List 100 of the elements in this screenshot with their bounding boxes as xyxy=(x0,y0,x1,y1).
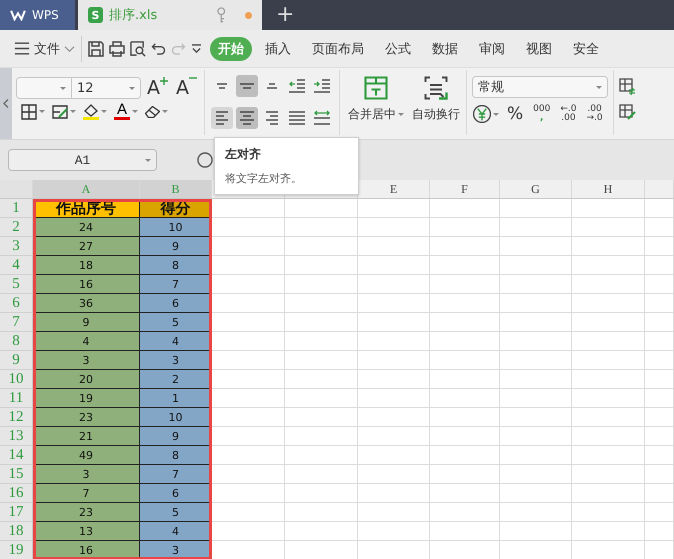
merge-cells-icon xyxy=(364,76,388,100)
grid-cell xyxy=(358,351,430,370)
grid-cell xyxy=(358,199,430,218)
column-header[interactable]: G xyxy=(500,180,572,199)
align-center-button[interactable] xyxy=(236,106,258,128)
percent-button[interactable]: % xyxy=(504,104,526,124)
grid-cell xyxy=(430,370,500,389)
grid-cell xyxy=(500,484,572,503)
caret-icon xyxy=(39,110,45,113)
grid-cell xyxy=(645,522,674,541)
grid-cell xyxy=(500,275,572,294)
table-cell: 5 xyxy=(140,313,212,332)
align-left-button[interactable] xyxy=(211,106,233,128)
grid-cell xyxy=(358,503,430,522)
grid-cell xyxy=(645,237,674,256)
grid-cell xyxy=(645,294,674,313)
table-cell: 23 xyxy=(33,503,140,522)
grid-cell xyxy=(430,351,500,370)
grid-cell xyxy=(645,351,674,370)
table-cell: 10 xyxy=(140,408,212,427)
name-box[interactable]: A1 xyxy=(8,149,157,171)
table-cell: 9 xyxy=(33,313,140,332)
ribbon-tab[interactable]: 插入 xyxy=(257,36,299,60)
tooltip-title: 左对齐 xyxy=(225,146,262,163)
table-cell: 7 xyxy=(140,275,212,294)
table-cell: 27 xyxy=(33,237,140,256)
new-tab-button[interactable]: + xyxy=(262,0,308,30)
dropdown-icon xyxy=(191,44,202,53)
table-cell: 49 xyxy=(33,446,140,465)
decrease-decimal-button[interactable]: .00 →.0 xyxy=(583,105,606,123)
table-cell: 3 xyxy=(33,465,140,484)
align-icon xyxy=(313,79,331,93)
table-cell: 16 xyxy=(33,275,140,294)
thousands-button[interactable]: 000 , xyxy=(530,105,554,123)
merge-center-button[interactable]: 合并居中 xyxy=(340,68,408,139)
file-menu[interactable]: 文件 xyxy=(12,36,82,62)
currency-button[interactable] xyxy=(472,105,500,123)
number-format-field[interactable]: 常规 xyxy=(472,76,608,98)
paint-bucket-icon xyxy=(84,104,98,116)
grid-cell xyxy=(645,256,674,275)
shrink-font-button[interactable]: A xyxy=(174,77,199,99)
column-header[interactable]: F xyxy=(430,180,500,199)
eraser-button[interactable] xyxy=(144,106,169,118)
w-logo-icon xyxy=(10,9,26,21)
fill-color-button[interactable] xyxy=(82,104,108,120)
app-tab[interactable]: WPS xyxy=(0,0,75,30)
grid-cell xyxy=(500,522,572,541)
grid-cell xyxy=(358,522,430,541)
table-edit-icon xyxy=(619,104,636,120)
caret-icon xyxy=(60,86,66,90)
grid-cell xyxy=(645,199,674,218)
grid-cell xyxy=(645,465,674,484)
file-icon: S xyxy=(88,7,103,23)
grid-cell xyxy=(430,313,500,332)
grid-cell xyxy=(358,218,430,237)
grow-font-button[interactable]: A xyxy=(145,77,170,99)
align-middle-button[interactable] xyxy=(236,75,258,97)
grid-cell xyxy=(358,313,430,332)
key-icon xyxy=(217,7,225,23)
ribbon-tab[interactable]: 公式 xyxy=(377,36,419,60)
wrap-text-icon xyxy=(424,76,448,100)
align-icon xyxy=(266,83,278,89)
caret-icon xyxy=(596,86,602,88)
column-header[interactable]: E xyxy=(358,180,430,199)
grid-cell xyxy=(645,427,674,446)
grid-cell xyxy=(358,370,430,389)
wrap-text-button[interactable]: 自动换行 xyxy=(408,68,466,139)
grid-cell xyxy=(500,199,572,218)
increase-decimal-button[interactable]: ←.0 .00 xyxy=(557,105,580,123)
grid-cell xyxy=(430,332,500,351)
grid-cell xyxy=(358,237,430,256)
caret-icon xyxy=(398,113,404,116)
table-cell: 1 xyxy=(140,389,212,408)
ribbon-tab[interactable]: 页面布局 xyxy=(304,36,372,60)
grid-cell xyxy=(358,389,430,408)
grid-cell xyxy=(500,446,572,465)
grid-cell xyxy=(358,465,430,484)
grid-cell xyxy=(645,446,674,465)
ribbon-tab[interactable]: 安全 xyxy=(565,36,607,60)
font-name-field[interactable] xyxy=(16,77,72,99)
borders-button[interactable] xyxy=(20,104,46,120)
grid-cell xyxy=(358,294,430,313)
table-cell: 13 xyxy=(33,522,140,541)
grid-cell xyxy=(500,465,572,484)
table-cell: 24 xyxy=(33,218,140,237)
grid-cell xyxy=(500,237,572,256)
column-header[interactable]: H xyxy=(572,180,645,199)
font-color-button[interactable]: A xyxy=(113,103,139,120)
font-size-field[interactable]: 12 xyxy=(71,77,141,99)
grid-cell xyxy=(645,370,674,389)
grid-cell xyxy=(500,370,572,389)
tooltip-text: 将文字左对齐。 xyxy=(225,171,303,186)
ribbon-tab[interactable]: 数据 xyxy=(424,36,466,60)
table-cell: 4 xyxy=(140,522,212,541)
cell-style-button[interactable] xyxy=(51,104,77,118)
grid-cell xyxy=(500,351,572,370)
align-icon xyxy=(288,79,306,93)
ribbon-tab[interactable]: 审阅 xyxy=(471,36,513,60)
ribbon-tab[interactable]: 视图 xyxy=(518,36,560,60)
table-pencil-icon xyxy=(52,104,68,118)
